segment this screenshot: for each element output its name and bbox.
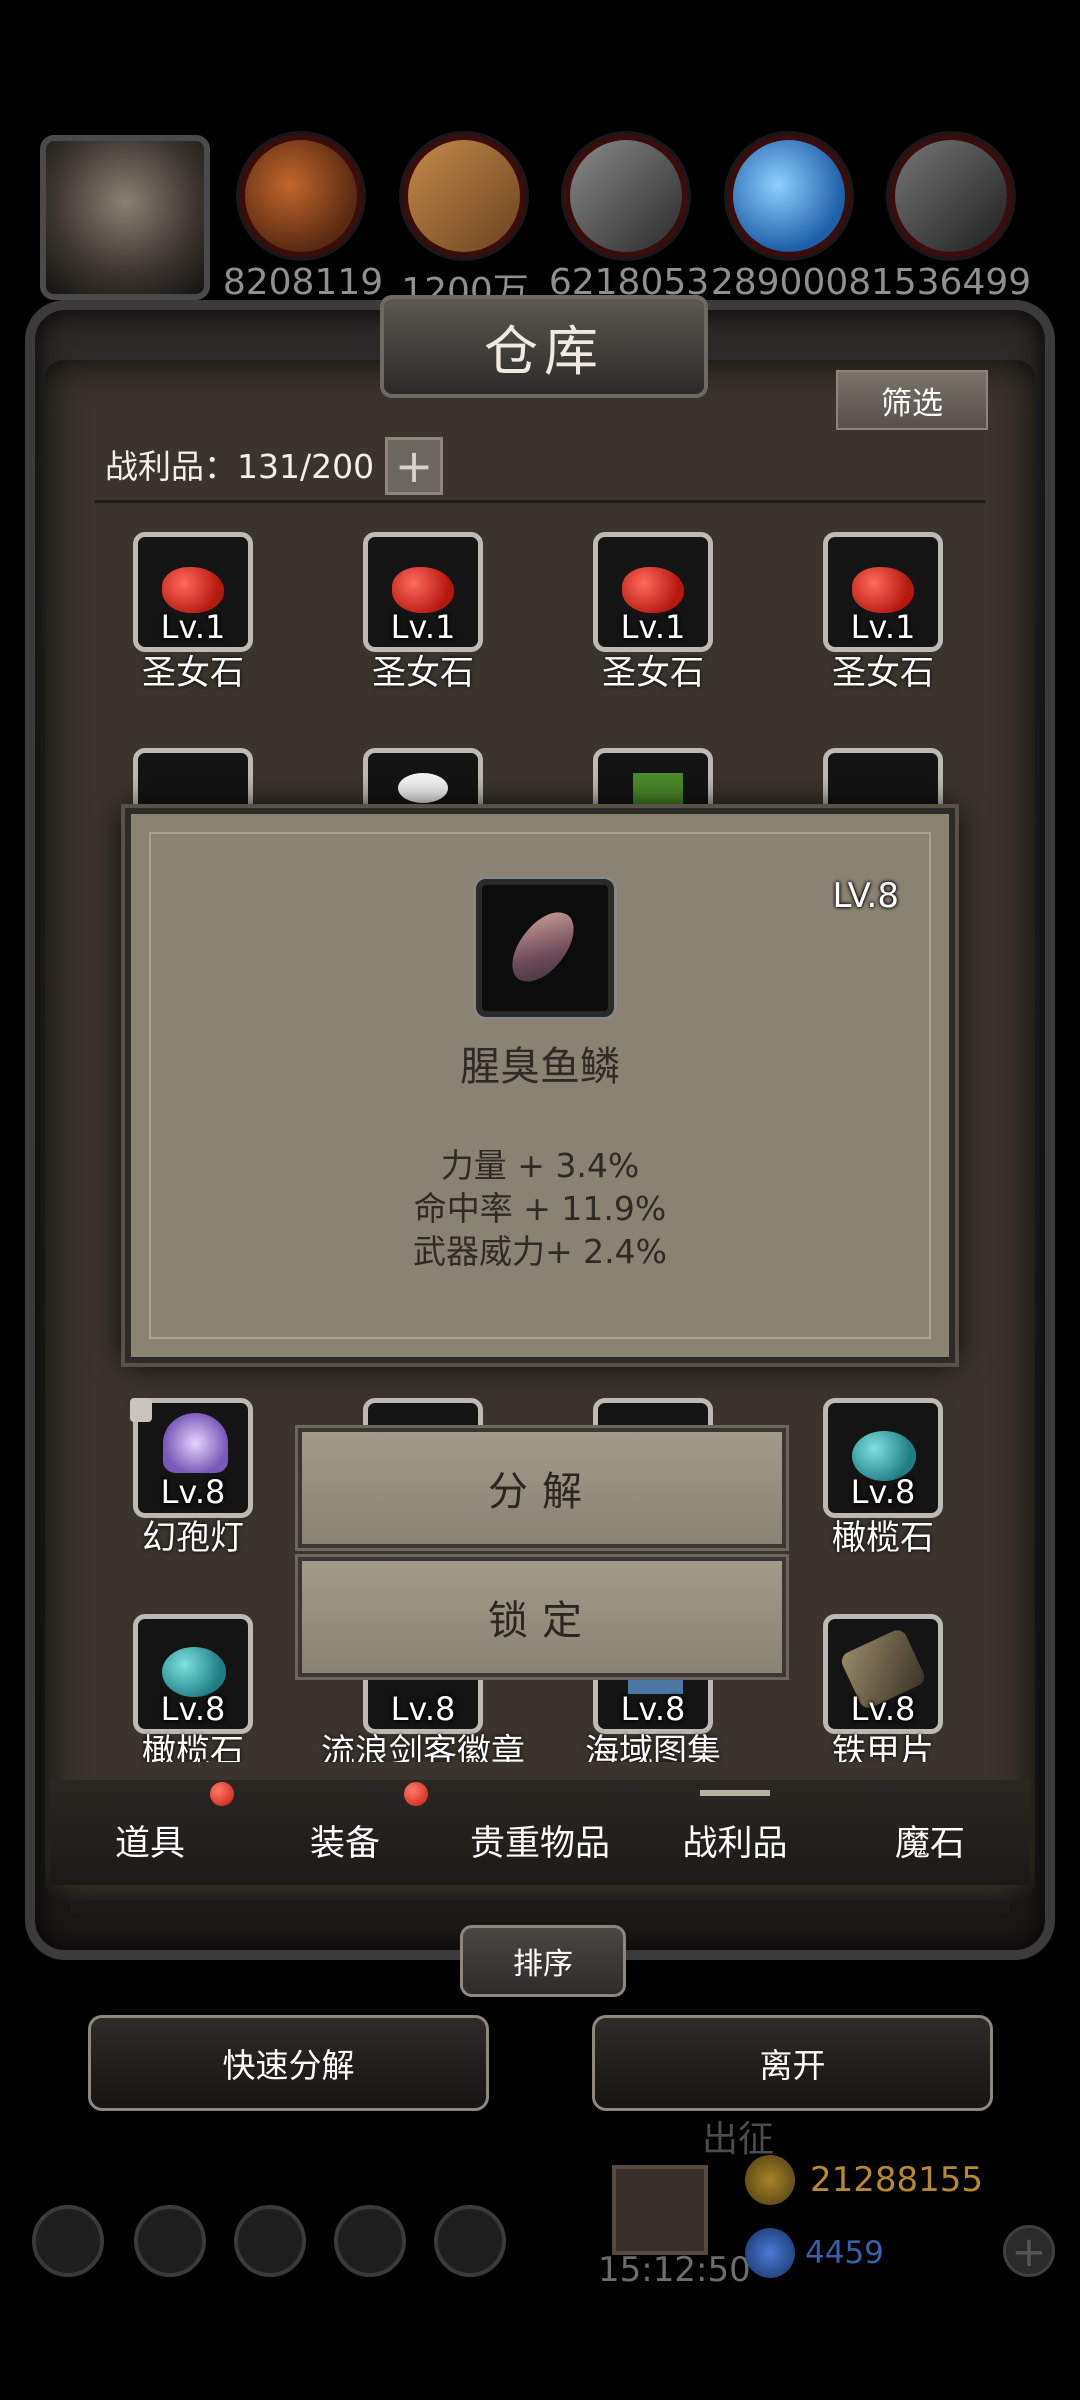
tab-equipment[interactable]: 装备	[245, 1815, 445, 1866]
item-level: Lv.1	[850, 608, 916, 646]
expand-capacity-button[interactable]: +	[385, 437, 443, 495]
decompose-button[interactable]: 分解	[298, 1428, 786, 1548]
item-level: Lv.1	[160, 608, 226, 646]
green-book-icon	[633, 773, 683, 813]
tooltip-stat-weapon-power: 武器威力+ 2.4%	[413, 1232, 667, 1271]
player-avatar[interactable]	[40, 135, 210, 300]
item-tooltip: LV.8 腥臭鱼鳞 力量 + 3.4% 命中率 + 11.9% 武器威力+ 2.…	[125, 808, 955, 1363]
shop-icon[interactable]	[434, 2205, 506, 2277]
sort-button[interactable]: 排序	[460, 1925, 626, 1997]
item-name: 圣女石	[832, 653, 934, 693]
tab-magic-stones[interactable]: 魔石	[830, 1815, 1030, 1866]
item-level: Lv.8	[850, 1690, 916, 1728]
tab-equipment-badge	[404, 1782, 428, 1806]
quick-decompose-button[interactable]: 快速分解	[88, 2015, 489, 2111]
red-gem-icon	[162, 567, 224, 613]
gift-timer: 15:12:50	[598, 2250, 751, 2290]
gold-coin-icon	[745, 2155, 795, 2205]
meat-icon	[245, 140, 357, 252]
tooltip-item-slot	[476, 879, 614, 1017]
resource-crystal-value: 2890008	[710, 262, 872, 303]
iron-icon	[570, 140, 682, 252]
filter-button[interactable]: 筛选	[836, 370, 988, 430]
settings-icon[interactable]	[32, 2205, 104, 2277]
item-level: Lv.1	[390, 608, 456, 646]
divider	[95, 500, 985, 503]
mushroom-lamp-icon	[163, 1413, 228, 1473]
item-name: 海域图集	[585, 1732, 721, 1762]
item-level: Lv.8	[620, 1690, 686, 1728]
tab-items-badge	[210, 1782, 234, 1806]
expedition-label: 出征	[702, 2119, 775, 2160]
item-name: 流浪剑客徽章	[321, 1732, 525, 1762]
item-name: 橄榄石	[832, 1518, 934, 1558]
item-level: Lv.8	[160, 1473, 226, 1511]
panel-title: 仓库	[380, 295, 708, 398]
blue-gem-icon	[745, 2228, 795, 2278]
red-gem-icon	[622, 567, 684, 613]
tooltip-level: LV.8	[832, 876, 899, 916]
item-name: 圣女石	[142, 653, 244, 693]
steel-icon	[895, 140, 1007, 252]
item-level: Lv.8	[390, 1690, 456, 1728]
tooltip-item-name: 腥臭鱼鳞	[460, 1044, 620, 1090]
item-name: 圣女石	[602, 653, 704, 693]
resource-steel-value: 1536499	[870, 262, 1032, 303]
guild-icon[interactable]	[234, 2205, 306, 2277]
gold-amount: 21288155	[810, 2160, 984, 2200]
medal-icon[interactable]	[134, 2205, 206, 2277]
item-name: 圣女石	[372, 653, 474, 693]
lock-icon	[130, 1398, 152, 1422]
fish-scale-icon	[503, 900, 583, 994]
item-name: 幻孢灯	[142, 1518, 244, 1558]
item-level: Lv.8	[160, 1690, 226, 1728]
add-gems-button[interactable]: +	[1003, 2225, 1055, 2277]
leave-button[interactable]: 离开	[592, 2015, 993, 2111]
wood-icon	[408, 140, 520, 252]
tooltip-stat-accuracy: 命中率 + 11.9%	[413, 1189, 667, 1228]
tab-items[interactable]: 道具	[50, 1815, 250, 1866]
item-name: 铁甲片	[832, 1732, 934, 1762]
mail-icon[interactable]	[334, 2205, 406, 2277]
item-name: 橄榄石	[142, 1732, 244, 1762]
tooltip-stat-strength: 力量 + 3.4%	[440, 1146, 640, 1185]
item-level: Lv.1	[620, 608, 686, 646]
feather-icon	[398, 773, 448, 803]
resource-meat-value: 8208119	[222, 262, 384, 303]
red-gem-icon	[392, 567, 454, 613]
lock-button[interactable]: 锁定	[298, 1557, 786, 1677]
gift-icon[interactable]	[612, 2165, 708, 2255]
capacity-label: 战利品：131/200	[105, 447, 375, 486]
red-gem-icon	[852, 567, 914, 613]
item-level: Lv.8	[850, 1473, 916, 1511]
crystal-icon	[733, 140, 845, 252]
gem-amount: 4459	[805, 2235, 884, 2271]
tab-valuables[interactable]: 贵重物品	[440, 1815, 640, 1866]
tab-loot[interactable]: 战利品	[635, 1815, 835, 1866]
active-tab-indicator	[700, 1790, 770, 1796]
